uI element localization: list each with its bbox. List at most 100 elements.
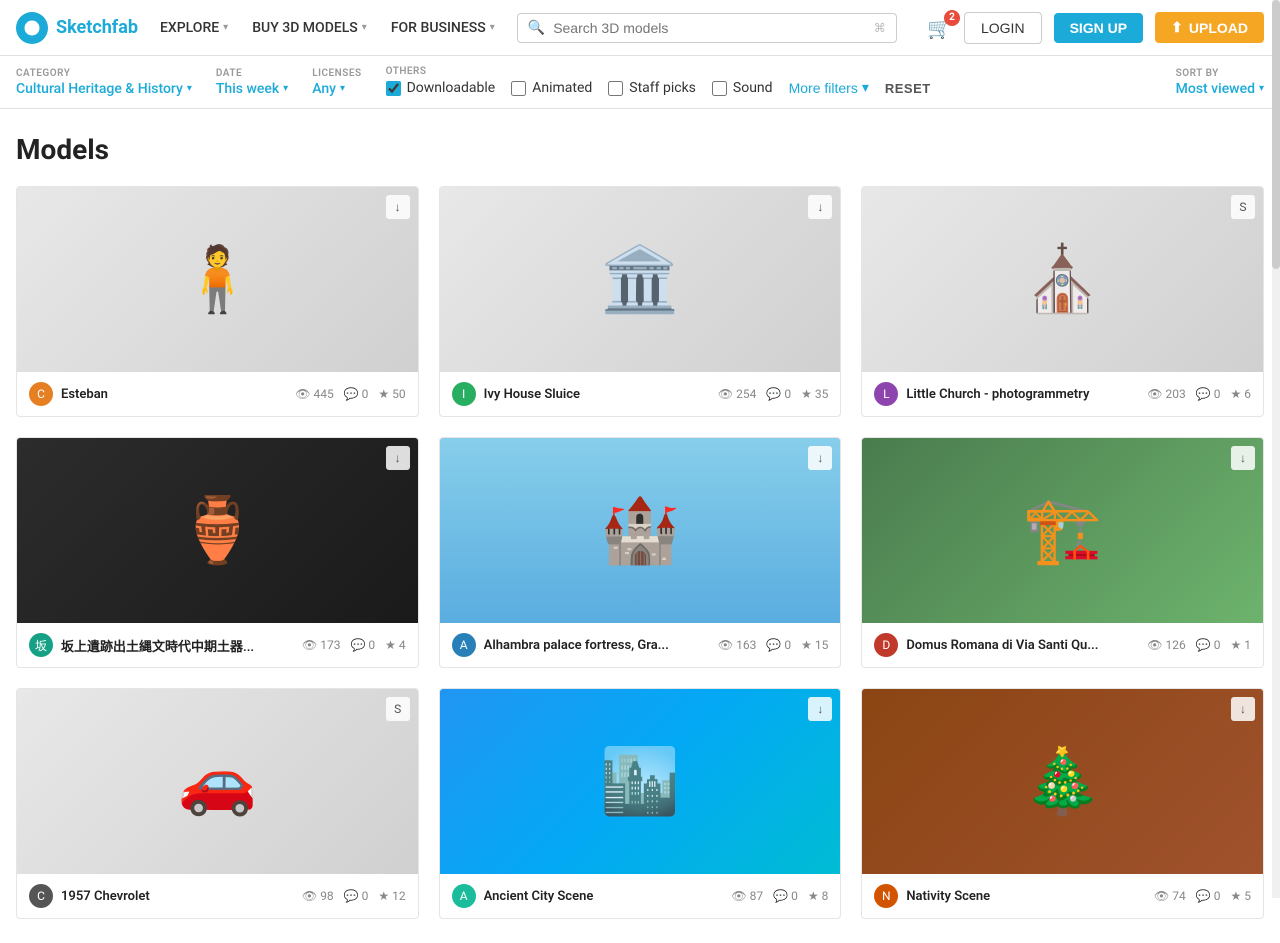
main-content: Models 🧍 ↓ C Esteban 👁 445 💬 0 ★ 50 (0, 109, 1280, 943)
eye-icon: 👁 (1154, 889, 1169, 903)
model-name: Domus Romana di Via Santi Qu... (906, 638, 1139, 653)
model-card[interactable]: 🏙️ ↓ A Ancient City Scene 👁 87 💬 0 ★ 8 (439, 688, 842, 919)
model-card[interactable]: 🏗️ ↓ D Domus Romana di Via Santi Qu... 👁… (861, 437, 1264, 668)
views-count: 74 (1172, 889, 1186, 903)
model-card[interactable]: 🏛️ ↓ I Ivy House Sluice 👁 254 💬 0 ★ 35 (439, 186, 842, 417)
model-name: Nativity Scene (906, 889, 1146, 904)
model-name: 坂上遺跡出土縄文時代中期土器... (61, 636, 294, 655)
scrollbar[interactable] (1272, 0, 1280, 898)
model-thumbnail: 🏙️ ↓ (440, 689, 841, 874)
comments-count: 0 (791, 889, 798, 903)
likes-count: 35 (815, 387, 829, 401)
model-stats: 👁 126 💬 0 ★ 1 (1147, 638, 1251, 652)
model-badge: ↓ (808, 697, 832, 721)
category-filter: CATEGORY Cultural Heritage & History ▾ (16, 68, 192, 97)
model-badge: ↓ (1231, 446, 1255, 470)
comments-stat: 💬 0 (1196, 387, 1221, 401)
staff-picks-checkbox[interactable]: Staff picks (608, 80, 696, 96)
category-select[interactable]: Cultural Heritage & History ▾ (16, 81, 192, 97)
views-stat: 👁 126 (1147, 638, 1185, 652)
comments-stat: 💬 0 (350, 638, 375, 652)
eye-icon: 👁 (718, 387, 733, 401)
model-card[interactable]: 🏰 ↓ A Alhambra palace fortress, Gra... 👁… (439, 437, 842, 668)
logo[interactable]: Sketchfab (16, 12, 138, 44)
more-filters-button[interactable]: More filters ▾ (789, 79, 869, 96)
comments-count: 0 (784, 638, 791, 652)
search-icon: 🔍 (528, 20, 545, 36)
comments-stat: 💬 0 (1196, 638, 1221, 652)
likes-stat: ★ 5 (1230, 889, 1251, 903)
sound-checkbox[interactable]: Sound (712, 80, 773, 96)
search-input[interactable] (553, 20, 866, 36)
model-card[interactable]: 🎄 ↓ N Nativity Scene 👁 74 💬 0 ★ 5 (861, 688, 1264, 919)
login-button[interactable]: LOGIN (964, 12, 1042, 44)
upload-button[interactable]: ⬆ UPLOAD (1155, 12, 1264, 43)
model-preview-icon: 🏙️ (440, 689, 841, 874)
comments-count: 0 (362, 889, 369, 903)
signup-button[interactable]: SIGN UP (1054, 13, 1144, 43)
comment-icon: 💬 (773, 889, 788, 903)
model-thumbnail: 🚗 S (17, 689, 418, 874)
reset-button[interactable]: RESET (885, 81, 931, 96)
comments-count: 0 (784, 387, 791, 401)
views-stat: 👁 445 (295, 387, 333, 401)
model-avatar: C (29, 382, 53, 406)
model-thumbnail: 🧍 ↓ (17, 187, 418, 372)
star-icon: ★ (385, 638, 396, 652)
views-stat: 👁 98 (302, 889, 334, 903)
sort-by-select[interactable]: Most viewed ▾ (1176, 81, 1264, 97)
animated-checkbox[interactable]: Animated (511, 80, 592, 96)
model-name: Ivy House Sluice (484, 387, 710, 402)
explore-link[interactable]: EXPLORE ▾ (150, 12, 238, 44)
model-preview-icon: 🎄 (862, 689, 1263, 874)
staff-picks-input[interactable] (608, 81, 623, 96)
model-stats: 👁 203 💬 0 ★ 6 (1147, 387, 1251, 401)
comment-icon: 💬 (1196, 387, 1211, 401)
comment-icon: 💬 (1196, 638, 1211, 652)
explore-caret-icon: ▾ (223, 22, 228, 33)
eye-icon: 👁 (295, 387, 310, 401)
model-stats: 👁 254 💬 0 ★ 35 (718, 387, 828, 401)
likes-stat: ★ 15 (801, 638, 828, 652)
upload-icon: ⬆ (1171, 19, 1183, 36)
model-card[interactable]: 🧍 ↓ C Esteban 👁 445 💬 0 ★ 50 (16, 186, 419, 417)
buy-link[interactable]: BUY 3D MODELS ▾ (242, 12, 377, 44)
buy-caret-icon: ▾ (362, 22, 367, 33)
eye-icon: 👁 (302, 638, 317, 652)
comment-icon: 💬 (766, 638, 781, 652)
model-avatar: C (29, 884, 53, 908)
model-card[interactable]: 🚗 S C 1957 Chevrolet 👁 98 💬 0 ★ 12 (16, 688, 419, 919)
models-grid: 🧍 ↓ C Esteban 👁 445 💬 0 ★ 50 (16, 186, 1264, 919)
date-filter: DATE This week ▾ (216, 68, 288, 97)
model-info: C Esteban 👁 445 💬 0 ★ 50 (17, 372, 418, 416)
downloadable-input[interactable] (386, 81, 401, 96)
model-preview-icon: ⛪ (862, 187, 1263, 372)
scrollbar-thumb[interactable] (1272, 0, 1280, 269)
eye-icon: 👁 (1147, 638, 1162, 652)
search-bar[interactable]: 🔍 ⌘ (517, 13, 897, 43)
star-icon: ★ (801, 387, 812, 401)
eye-icon: 👁 (718, 638, 733, 652)
licenses-select[interactable]: Any ▾ (312, 81, 361, 97)
cart-button[interactable]: 🛒 2 (927, 16, 952, 40)
business-link[interactable]: FOR BUSINESS ▾ (381, 12, 505, 44)
model-preview-icon: 🧍 (17, 187, 418, 372)
sound-input[interactable] (712, 81, 727, 96)
date-select[interactable]: This week ▾ (216, 81, 288, 97)
model-card[interactable]: 🏺 ↓ 坂 坂上遺跡出土縄文時代中期土器... 👁 173 💬 0 ★ 4 (16, 437, 419, 668)
others-label: OTHERS (386, 66, 931, 77)
animated-input[interactable] (511, 81, 526, 96)
comments-stat: 💬 0 (766, 387, 791, 401)
model-stats: 👁 445 💬 0 ★ 50 (295, 387, 405, 401)
eye-icon: 👁 (1147, 387, 1162, 401)
comments-count: 0 (1214, 889, 1221, 903)
likes-stat: ★ 6 (1230, 387, 1251, 401)
downloadable-checkbox[interactable]: Downloadable (386, 80, 496, 96)
model-stats: 👁 87 💬 0 ★ 8 (731, 889, 828, 903)
model-name: Esteban (61, 387, 287, 402)
model-name: Ancient City Scene (484, 889, 724, 904)
model-card[interactable]: ⛪ S L Little Church - photogrammetry 👁 2… (861, 186, 1264, 417)
others-checkboxes: Downloadable Animated Staff picks Sound … (386, 79, 931, 98)
filter-bar: CATEGORY Cultural Heritage & History ▾ D… (0, 56, 1280, 109)
date-label: DATE (216, 68, 288, 79)
